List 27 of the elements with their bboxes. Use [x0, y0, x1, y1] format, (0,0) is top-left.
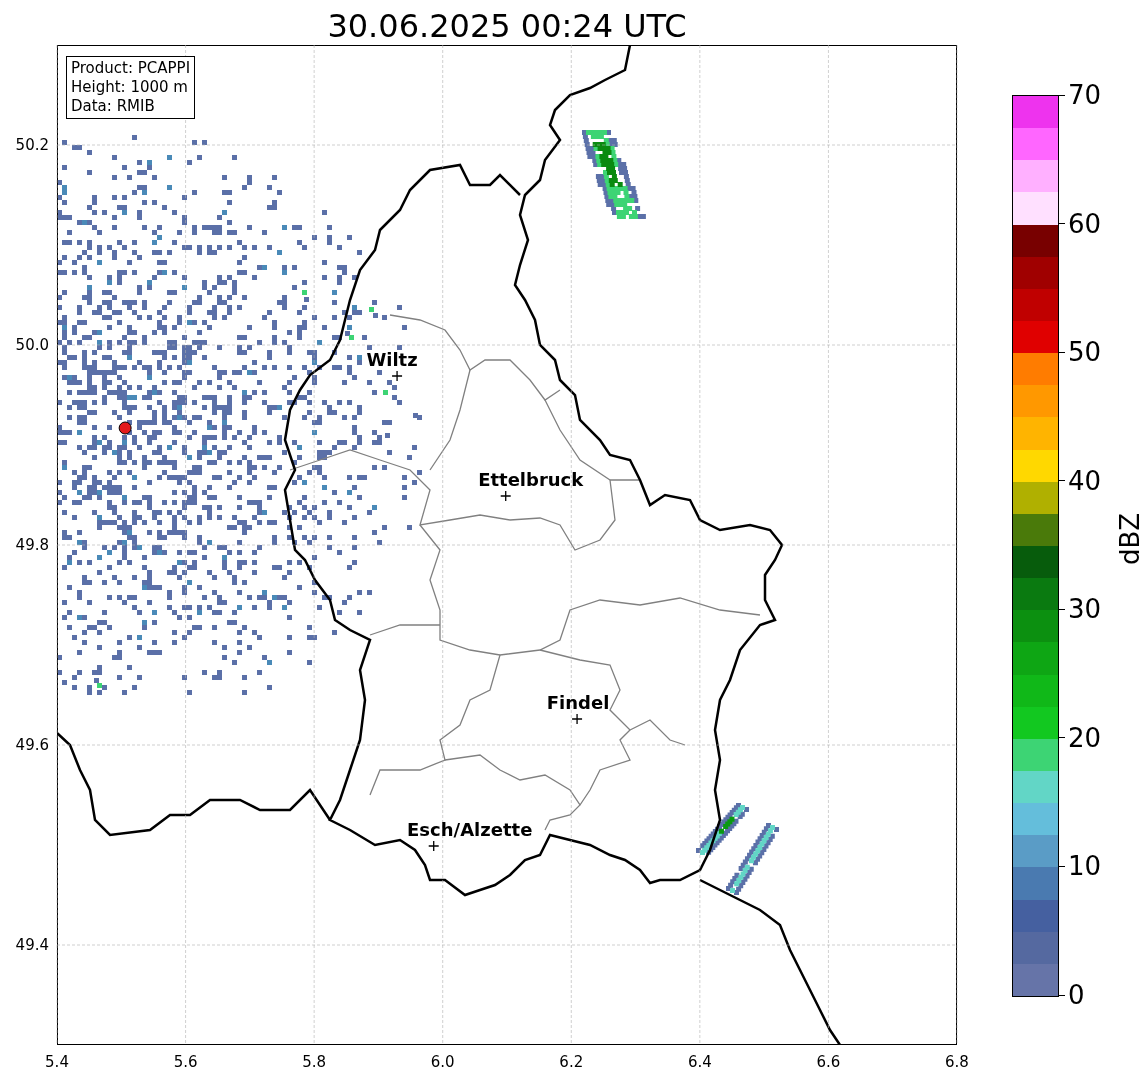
x-tick-label: 6.4: [687, 1053, 712, 1071]
info-text: Data: RMIB: [71, 97, 156, 116]
info-text: Product: PCAPPI: [71, 59, 191, 78]
city-marker: [428, 840, 440, 852]
x-tick-label: 5.6: [173, 1053, 198, 1071]
colorbar-label: dBZ: [1115, 512, 1145, 565]
chart-title: 30.06.2025 00:24 UTC: [326, 6, 688, 45]
x-tick-label: 6.0: [430, 1053, 455, 1071]
y-tick-label: 50.0: [15, 336, 49, 354]
info-text: Height: 1000 m: [71, 78, 189, 97]
y-tick-label: 50.2: [15, 136, 49, 154]
y-tick-label: 49.6: [15, 736, 49, 754]
radar-site-marker: [118, 421, 132, 435]
y-tick-label: 49.4: [15, 936, 49, 954]
city-marker: [391, 370, 403, 382]
city-label: Ettelbruck: [478, 469, 584, 490]
x-tick-label: 5.4: [45, 1053, 69, 1071]
city-label: Findel: [546, 692, 610, 713]
x-tick-label: 6.6: [816, 1053, 841, 1071]
x-tick-label: 6.2: [559, 1053, 584, 1071]
city-marker: [500, 490, 512, 502]
city-label: Esch/Alzette: [407, 819, 533, 840]
y-tick-label: 49.8: [15, 536, 49, 554]
x-tick-label: 5.8: [302, 1053, 327, 1071]
x-tick-label: 6.8: [945, 1053, 969, 1071]
city-marker: [571, 713, 583, 725]
city-label: Wiltz: [366, 349, 418, 370]
